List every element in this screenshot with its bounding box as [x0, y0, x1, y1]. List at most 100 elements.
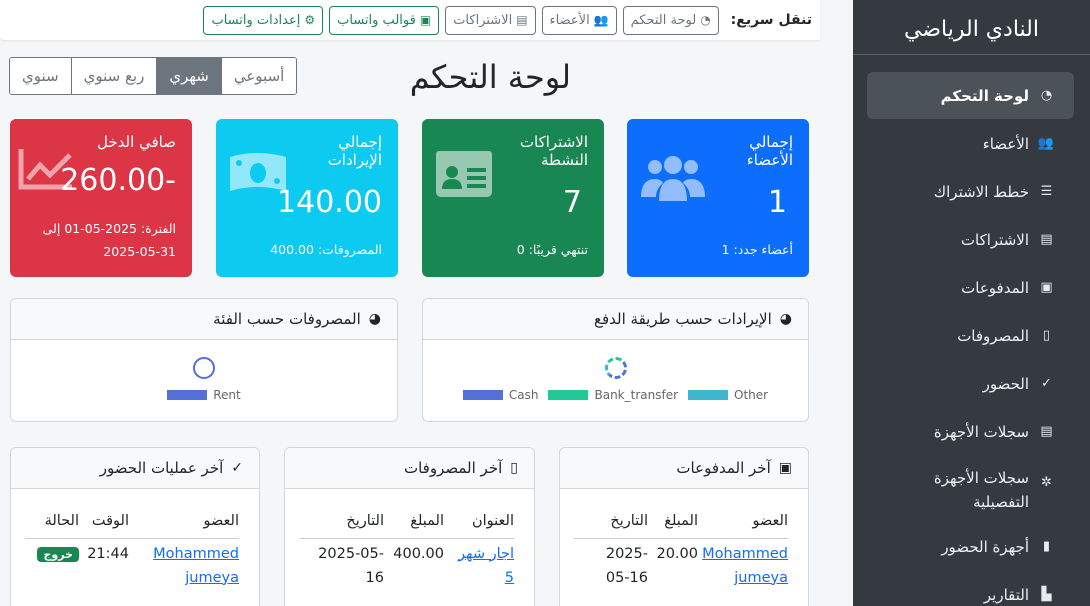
panel-title: الإيرادات حسب طريقة الدفع	[594, 310, 772, 328]
card-title: إجمالي الأعضاء	[746, 133, 793, 169]
amount-cell: 400.00	[393, 545, 444, 562]
list-icon: ☰	[1040, 184, 1053, 199]
sidebar-item-attendance[interactable]: ✓ الحضور	[867, 360, 1074, 407]
legend-item-rent[interactable]: Rent	[167, 388, 241, 402]
sidebar-item-expenses[interactable]: ▯ المصروفات	[867, 312, 1074, 359]
total-members-card: إجمالي الأعضاء 1 أعضاء جدد: 1	[627, 119, 809, 277]
receipt-icon: ▯	[510, 460, 518, 476]
quick-whatsapp-settings-button[interactable]: ⚙ إعدادات واتساب	[203, 5, 324, 35]
expense-link[interactable]: اجار شهر 5	[458, 546, 514, 586]
gears-icon: ⚙	[304, 13, 316, 27]
page-title: لوحة التحكم	[409, 58, 571, 96]
expenses-donut-chart	[193, 357, 215, 379]
card-footer: تنتهي قريبًا: 0	[516, 242, 588, 257]
status-cell: خروج	[25, 538, 79, 590]
id-card-icon: ▤	[1040, 232, 1053, 247]
money-icon: ▣	[778, 460, 792, 476]
card-footer: الفترة: 2025-05-01 إلى 2025-05-31	[43, 217, 176, 263]
users-icon: 👥	[1037, 136, 1054, 151]
dashboard-icon: ◔	[700, 13, 711, 27]
sidebar-item-subscriptions[interactable]: ▤ الاشتراكات	[867, 216, 1074, 263]
tab-yearly[interactable]: سنوي	[10, 58, 71, 94]
quick-subscriptions-button[interactable]: ▤ الاشتراكات	[445, 5, 536, 35]
clipboard-list-icon: ▤	[1040, 424, 1053, 439]
sidebar-item-label: لوحة التحكم	[940, 86, 1029, 105]
sidebar-item-device-logs[interactable]: ▤ سجلات الأجهزة	[867, 408, 1074, 455]
period-range-start: الفترة: 2025-05-01 إلى	[42, 221, 176, 236]
button-label: لوحة التحكم	[630, 12, 697, 28]
latest-payments-panel: ▣ آخر المدفوعات العضو المبلغ التاريخ Moh…	[559, 447, 809, 606]
sidebar-item-label: المصروفات	[957, 326, 1029, 345]
legend-swatch	[167, 390, 208, 400]
money-icon: ▣	[1040, 280, 1053, 295]
quick-members-button[interactable]: 👥 الأعضاء	[541, 5, 617, 35]
period-tabs: أسبوعي شهري ربع سنوي سنوي	[9, 57, 298, 95]
sidebar-item-members[interactable]: 👥 الأعضاء	[867, 120, 1074, 167]
member-link[interactable]: Mohammed jumeya	[153, 546, 239, 586]
card-title: الاشتراكات النشطة	[519, 133, 588, 169]
sidebar-item-payments[interactable]: ▣ المدفوعات	[867, 264, 1074, 311]
expenses-legend: Rent	[11, 388, 397, 402]
sidebar-menu: ◔ لوحة التحكم 👥 الأعضاء ☰ خطط الاشتراك ▤…	[853, 55, 1090, 606]
sidebar-item-label: أجهزة الحضور	[941, 537, 1029, 556]
panel-title: المصروفات حسب الفئة	[213, 310, 361, 328]
column-header: العضو	[752, 512, 788, 529]
panel-header: ✓ آخر عمليات الحضور	[11, 448, 259, 489]
expenses-table: العنوان المبلغ التاريخ اجار شهر 5 400.00 …	[300, 504, 514, 590]
column-header: المبلغ	[410, 512, 444, 529]
clipboard-check-icon: ✓	[1041, 376, 1052, 391]
brand-title[interactable]: النادي الرياضي	[853, 0, 1090, 55]
card-footer: المصروفات: 400.00	[270, 242, 382, 257]
sidebar-item-label: التقارير	[983, 585, 1029, 604]
column-header: التاريخ	[610, 512, 648, 529]
sidebar-item-reports[interactable]: ▙ التقارير	[867, 571, 1074, 606]
panel-header: ▯ آخر المصروفات	[285, 448, 534, 489]
total-revenue-card: إجمالي الإيرادات 140.00 المصروفات: 400.0…	[216, 119, 398, 277]
sidebar-item-dashboard[interactable]: ◔ لوحة التحكم	[867, 72, 1074, 119]
payments-table: العضو المبلغ التاريخ Mohammed jumeya 20.0…	[574, 504, 788, 590]
column-header: الحالة	[44, 512, 79, 529]
sidebar-item-plans[interactable]: ☰ خطط الاشتراك	[867, 168, 1074, 215]
tab-monthly[interactable]: شهري	[156, 58, 221, 94]
quick-dashboard-button[interactable]: ◔ لوحة التحكم	[622, 5, 719, 35]
net-income-card: صافي الدخل -260.00 الفترة: 2025-05-01 إل…	[10, 119, 192, 277]
card-footer: أعضاء جدد: 1	[721, 242, 793, 257]
time-cell: 21:44	[87, 545, 129, 562]
legend-item-bank-transfer[interactable]: Bank_transfer	[548, 388, 678, 402]
sidebar-item-label: خطط الاشتراك	[933, 182, 1029, 201]
column-header: العنوان	[472, 512, 514, 529]
dashboard-icon: ◔	[1040, 88, 1053, 103]
revenue-by-method-panel: ◕ الإيرادات حسب طريقة الدفع Cash Bank_tr…	[422, 298, 809, 422]
whatsapp-template-icon: ▣	[419, 13, 432, 27]
quick-whatsapp-templates-button[interactable]: ▣ قوالب واتساب	[329, 5, 440, 35]
users-icon: 👥	[593, 13, 609, 27]
panel-header: ◕ المصروفات حسب الفئة	[11, 299, 397, 340]
revenue-donut-chart	[604, 357, 627, 379]
panel-title: آخر المدفوعات	[676, 459, 771, 477]
legend-label: Bank_transfer	[594, 388, 679, 402]
sidebar-item-attendance-devices[interactable]: ▮ أجهزة الحضور	[867, 523, 1074, 570]
column-header: التاريخ	[346, 512, 384, 529]
tab-weekly[interactable]: أسبوعي	[220, 58, 297, 94]
legend-swatch	[462, 390, 503, 400]
column-header: المبلغ	[664, 512, 698, 529]
receipt-icon: ▯	[1042, 328, 1051, 343]
attendance-table: العضو الوقت الحالة Mohammed jumeya 21:44 …	[25, 504, 239, 590]
member-link[interactable]: Mohammed jumeya	[702, 546, 788, 586]
legend-item-other[interactable]: Other	[688, 388, 768, 402]
button-label: قوالب واتساب	[337, 12, 416, 28]
sidebar-item-detailed-device-logs[interactable]: ✲ سجلات الأجهزة التفصيلية	[867, 456, 1074, 522]
legend-item-cash[interactable]: Cash	[462, 388, 538, 402]
status-badge: خروج	[37, 546, 79, 562]
column-header: العضو	[203, 512, 239, 529]
button-label: الأعضاء	[549, 12, 590, 28]
sidebar-item-label: الاشتراكات	[960, 230, 1029, 249]
panel-header: ▣ آخر المدفوعات	[560, 448, 808, 489]
amount-cell: 20.00	[656, 545, 698, 562]
tab-quarterly[interactable]: ربع سنوي	[70, 58, 157, 94]
card-value: 7	[562, 185, 582, 220]
date-cell: -2025-05 16	[318, 545, 384, 586]
id-card-icon	[436, 151, 492, 197]
users-icon	[641, 156, 705, 201]
card-value: 1	[767, 185, 787, 220]
